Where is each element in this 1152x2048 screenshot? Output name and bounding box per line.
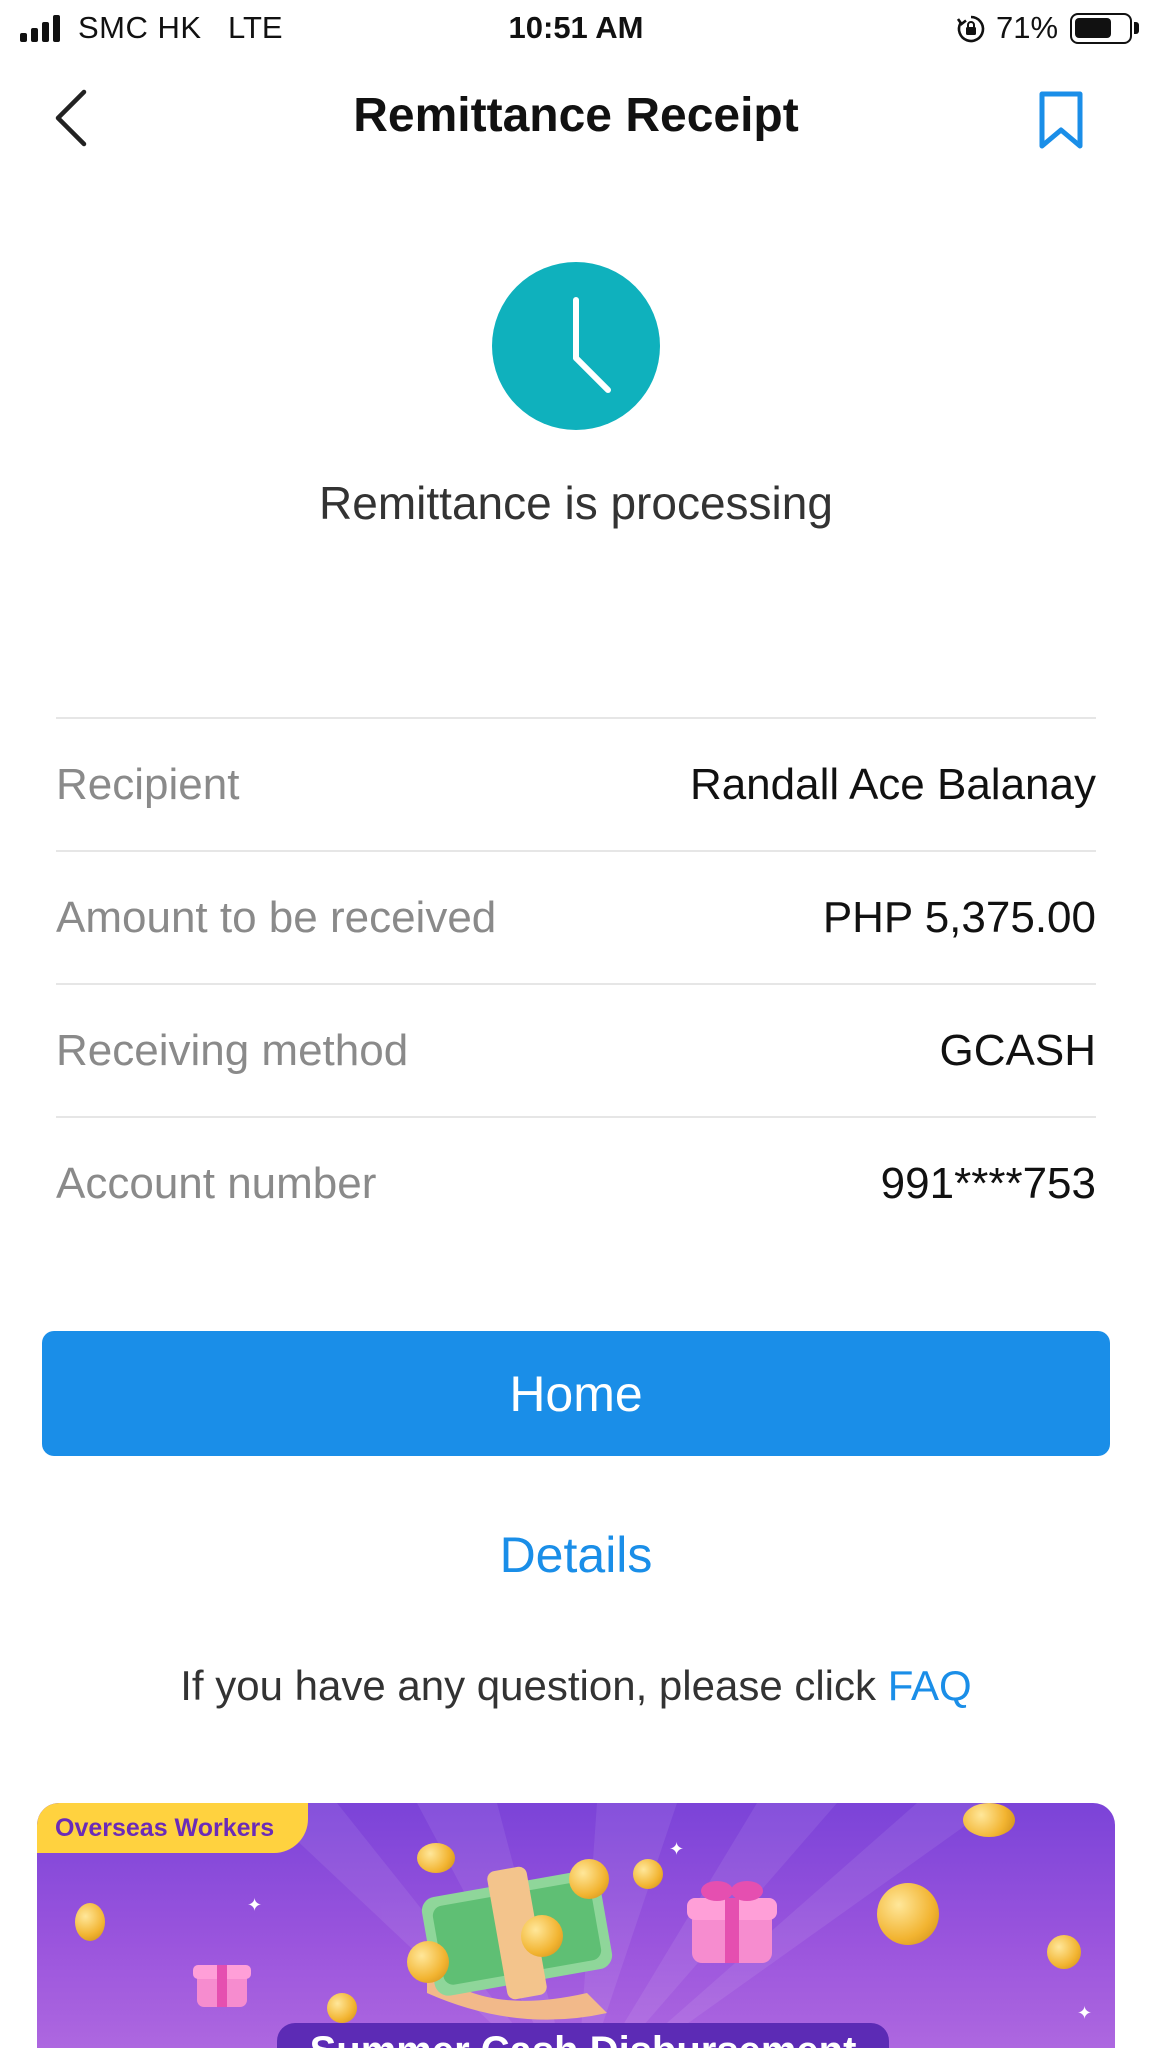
faq-link[interactable]: FAQ	[888, 1662, 972, 1709]
rotation-lock-icon	[956, 15, 985, 43]
coin-icon	[407, 1941, 449, 1983]
page-title: Remittance Receipt	[353, 89, 799, 142]
gift-icon	[193, 1965, 251, 2007]
recipient-value: Randall Ace Balanay	[689, 759, 1096, 809]
amount-row: Amount to be received PHP 5,375.00	[56, 850, 1096, 983]
status-bar: SMC HK LTE 10:51 AM 71%	[0, 0, 1152, 60]
account-number-row: Account number 991****753	[56, 1116, 1096, 1249]
details-link[interactable]: Details	[0, 1526, 1152, 1584]
processing-status-icon	[492, 262, 660, 430]
faq-prompt-text: If you have any question, please click	[180, 1662, 888, 1709]
sparkle-icon: ✦	[1077, 2003, 1093, 2023]
remittance-receipt-screen: { "status_bar": { "carrier": "SMC HK", "…	[0, 0, 1152, 2048]
banner-tag: Overseas Workers	[37, 1803, 309, 1853]
coin-icon	[877, 1883, 939, 1945]
coin-icon	[417, 1843, 455, 1873]
coin-icon	[75, 1903, 105, 1941]
battery-cap	[1134, 22, 1139, 34]
battery-percentage: 71%	[996, 10, 1059, 45]
coin-icon	[963, 1803, 1015, 1837]
sparkle-icon: ✦	[669, 1839, 685, 1859]
home-button[interactable]: Home	[42, 1331, 1110, 1456]
bookmark-button[interactable]	[1036, 90, 1086, 150]
receiving-method-label: Receiving method	[56, 1025, 409, 1075]
clock-icon	[573, 297, 611, 393]
coin-icon	[521, 1915, 563, 1957]
account-number-value: 991****753	[880, 1158, 1096, 1208]
amount-value: PHP 5,375.00	[822, 892, 1096, 942]
coin-icon	[1047, 1935, 1081, 1969]
receiving-method-value: GCASH	[939, 1025, 1096, 1075]
bookmark-icon	[1039, 91, 1083, 149]
coin-icon	[633, 1859, 663, 1889]
sparkle-icon: ✦	[247, 1895, 263, 1915]
faq-prompt: If you have any question, please click F…	[0, 1662, 1152, 1710]
battery-level	[1075, 18, 1111, 38]
banner-title: Summer Cash Disbursement	[277, 2023, 889, 2048]
coin-icon	[327, 1993, 357, 2023]
promo-banner[interactable]: Overseas Workers ✦ ✦ ✦ Summer Cash Disbu…	[37, 1803, 1115, 2048]
receipt-details: Recipient Randall Ace Balanay Amount to …	[56, 717, 1096, 1249]
status-message: Remittance is processing	[319, 477, 833, 529]
amount-label: Amount to be received	[56, 892, 497, 942]
recipient-row: Recipient Randall Ace Balanay	[56, 717, 1096, 850]
battery-icon	[1070, 13, 1132, 44]
recipient-label: Recipient	[56, 759, 240, 809]
coin-icon	[569, 1859, 609, 1899]
receiving-method-row: Receiving method GCASH	[56, 983, 1096, 1116]
account-number-label: Account number	[56, 1158, 377, 1208]
gift-icon	[687, 1881, 777, 1963]
